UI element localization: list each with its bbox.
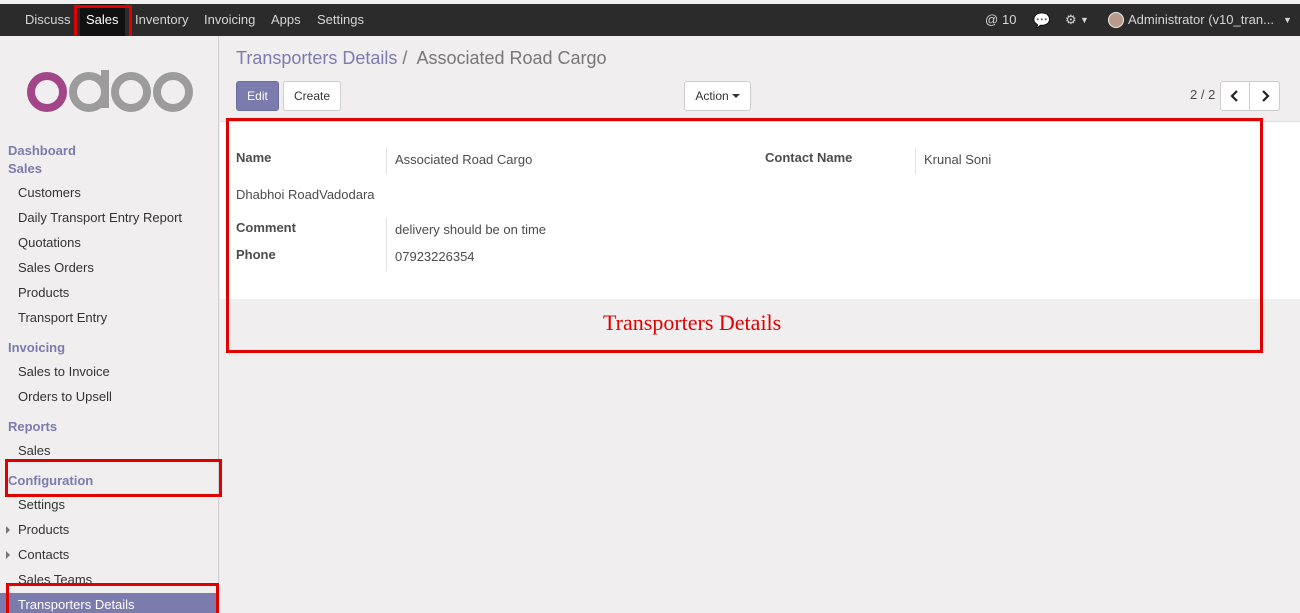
odoo-logo [27,70,193,112]
top-navbar: Discuss Sales Inventory Invoicing Apps S… [0,4,1300,36]
sidebar-heading-reports: Reports [8,419,58,434]
phone-value: 07923226354 [395,249,475,264]
sidebar-item-label: Transporters Details [18,597,135,612]
sidebar-heading-configuration: Configuration [8,473,94,488]
mentions-icon[interactable]: @ [985,12,998,27]
sidebar-item-config-products[interactable]: Products [18,522,69,537]
sidebar-heading-sales: Sales [8,161,42,176]
breadcrumb-current: Associated Road Cargo [416,48,607,68]
sidebar-item-customers[interactable]: Customers [18,185,81,200]
previous-record-button[interactable] [1220,81,1250,111]
app-sales[interactable]: Sales [80,4,125,36]
contact-name-label: Contact Name [765,150,853,165]
name-label: Name [236,150,272,165]
caret-down-icon [731,94,740,98]
user-menu[interactable]: Administrator (v10_tran... [1128,12,1274,27]
sidebar-item-sales-orders[interactable]: Sales Orders [18,260,94,275]
field-divider [386,148,387,174]
sidebar-item-sales-to-invoice[interactable]: Sales to Invoice [18,364,110,379]
field-divider [386,218,387,271]
annotation-caption: Transporters Details [603,310,782,335]
debug-bug-icon[interactable]: ⚙ [1065,12,1077,28]
sidebar-item-contacts[interactable]: Contacts [18,547,69,562]
edit-button[interactable]: Edit [236,81,279,111]
caret-right-icon [6,551,10,559]
phone-label: Phone [236,247,276,262]
sidebar-heading-invoicing: Invoicing [8,340,66,355]
contact-name-value: Krunal Soni [924,152,992,167]
sidebar-item-settings[interactable]: Settings [18,497,65,512]
sidebar-item-sales-teams[interactable]: Sales Teams [18,572,92,587]
notification-count[interactable]: 10 [1002,12,1016,27]
app-inventory[interactable]: Inventory [135,12,188,27]
chevron-down-icon: ▼ [1080,15,1089,25]
sidebar-item-transport-entry[interactable]: Transport Entry [18,310,107,325]
comment-value: delivery should be on time [395,222,547,237]
address-value: Dhabhoi RoadVadodara [236,187,375,202]
breadcrumb-separator: / [402,48,408,68]
chevron-right-icon [1261,90,1270,102]
caret-right-icon [6,526,10,534]
form-sheet [220,121,1300,299]
field-divider [915,148,916,174]
action-dropdown[interactable]: Action [684,81,751,111]
app-settings[interactable]: Settings [317,12,364,27]
sidebar-item-transporters-details[interactable]: Transporters Details [0,593,219,613]
sidebar-item-reports-sales[interactable]: Sales [18,443,51,458]
pager-value: 2 / 2 [1190,87,1216,102]
sidebar-item-quotations[interactable]: Quotations [18,235,81,250]
app-invoicing[interactable]: Invoicing [204,12,255,27]
chevron-left-icon [1230,90,1238,102]
create-button[interactable]: Create [283,81,341,111]
app-discuss[interactable]: Discuss [25,12,71,27]
sidebar-item-products[interactable]: Products [18,285,69,300]
breadcrumb-parent[interactable]: Transporters Details [236,48,397,68]
next-record-button[interactable] [1249,81,1280,111]
action-label: Action [695,89,729,103]
avatar[interactable] [1108,12,1124,28]
breadcrumb: Transporters Details / Associated Road C… [236,48,607,69]
sidebar-item-orders-to-upsell[interactable]: Orders to Upsell [18,389,112,404]
name-value: Associated Road Cargo [395,152,533,167]
chat-icon[interactable]: 💬 [1033,12,1050,29]
app-apps[interactable]: Apps [271,12,301,27]
comment-label: Comment [236,220,296,235]
sidebar-item-daily-transport-entry-report[interactable]: Daily Transport Entry Report [18,210,182,225]
chevron-down-icon: ▼ [1283,15,1292,25]
sidebar-item-dashboard[interactable]: Dashboard [8,143,76,158]
